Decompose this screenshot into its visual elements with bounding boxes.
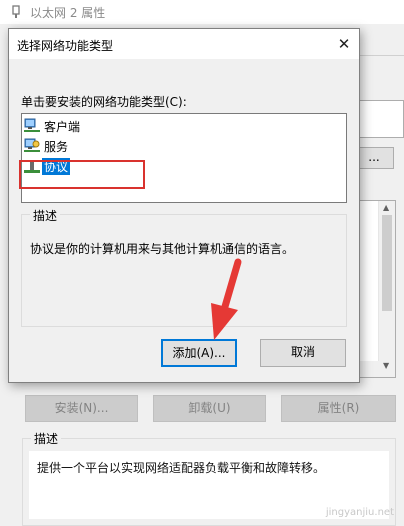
dialog-description-legend: 描述 — [30, 207, 61, 224]
properties-button[interactable]: 属性(R) — [281, 395, 396, 422]
uninstall-button[interactable]: 卸载(U) — [153, 395, 266, 422]
client-network-icon — [24, 118, 40, 132]
dialog-title: 选择网络功能类型 — [17, 39, 114, 53]
properties-description-text: 提供一个平台以实现网络适配器负载平衡和故障转移。 — [37, 461, 326, 475]
select-network-feature-dialog: 选择网络功能类型 ✕ 单击要安装的网络功能类型(C): 客户端 服务 协议 描述… — [8, 28, 360, 383]
list-item-label: 服务 — [44, 139, 69, 154]
add-button[interactable]: 添加(A)... — [161, 339, 237, 367]
dialog-description-text: 协议是你的计算机用来与其他计算机通信的语言。 — [30, 242, 295, 256]
scroll-up-icon[interactable]: ▲ — [383, 203, 389, 212]
watermark: jingyanjiu.net — [325, 507, 394, 518]
list-item-client[interactable]: 客户端 — [24, 117, 82, 135]
dialog-description-group: 描述 协议是你的计算机用来与其他计算机通信的语言。 — [21, 207, 347, 327]
list-item-service[interactable]: 服务 — [24, 137, 70, 155]
list-item-label: 客户端 — [44, 119, 81, 134]
install-button[interactable]: 安装(N)... — [25, 395, 138, 422]
service-network-icon — [24, 138, 40, 152]
properties-adapter-box — [355, 100, 404, 138]
properties-titlebar: 以太网 2 属性 — [0, 0, 404, 24]
scroll-thumb[interactable] — [382, 215, 392, 311]
network-adapter-icon — [12, 5, 20, 18]
components-vertical-scrollbar[interactable]: ▲ ▼ — [378, 201, 395, 377]
properties-title: 以太网 2 属性 — [30, 5, 106, 20]
properties-description-legend: 描述 — [31, 430, 62, 447]
close-icon[interactable]: ✕ — [329, 29, 359, 59]
protocol-highlight-annotation — [19, 160, 145, 189]
dialog-titlebar: 选择网络功能类型 ✕ — [9, 29, 359, 59]
feature-type-list[interactable]: 客户端 服务 协议 — [21, 113, 347, 203]
configure-button[interactable]: ... — [354, 147, 394, 169]
cancel-button[interactable]: 取消 — [260, 339, 346, 367]
scroll-down-icon[interactable]: ▼ — [383, 361, 389, 370]
feature-type-prompt: 单击要安装的网络功能类型(C): — [21, 95, 187, 109]
